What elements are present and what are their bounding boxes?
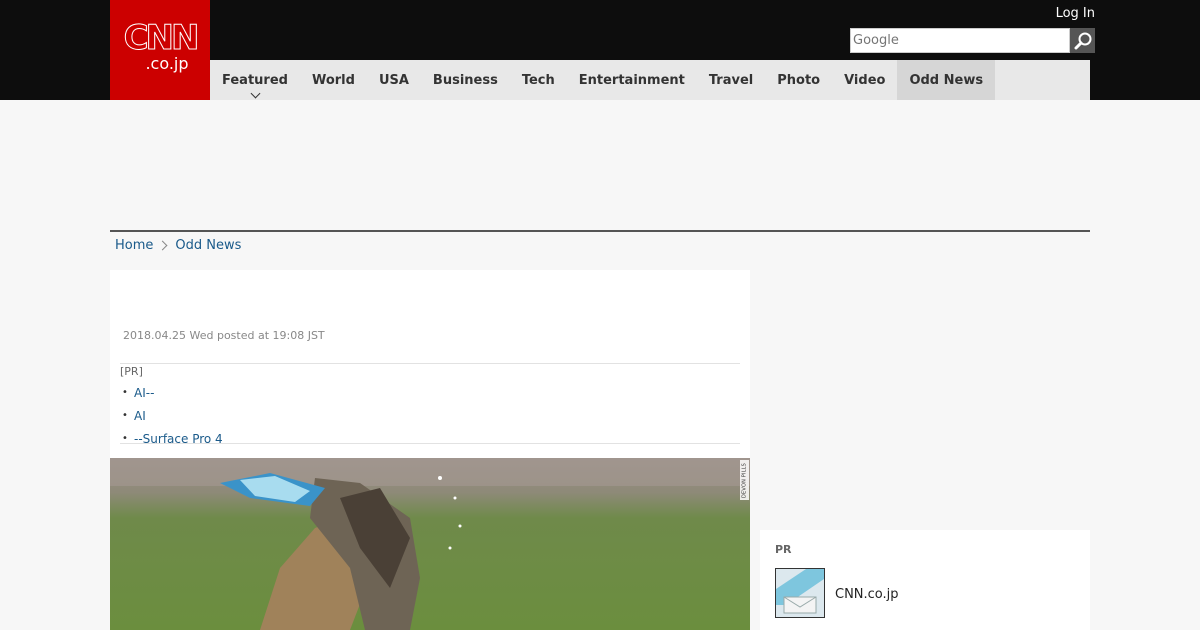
nav-item-video[interactable]: Video xyxy=(832,60,897,100)
pr-link-text[interactable]: AI xyxy=(134,409,146,423)
nav-item-label: Featured xyxy=(222,72,288,88)
pr-link-item[interactable]: • AI-- xyxy=(120,381,223,404)
cnn-logo[interactable]: CNN .co.jp xyxy=(110,0,210,100)
mail-icon[interactable] xyxy=(775,568,825,618)
bullet-icon: • xyxy=(122,433,128,444)
breadcrumb-current[interactable]: Odd News xyxy=(175,238,241,253)
nav-item-featured[interactable]: Featured xyxy=(210,60,300,100)
nav-item-entertainment[interactable]: Entertainment xyxy=(567,60,697,100)
nav-item-travel[interactable]: Travel xyxy=(697,60,765,100)
logo-sub-text: .co.jp xyxy=(145,54,189,73)
search-button[interactable] xyxy=(1070,28,1095,53)
nav-item-odd-news[interactable]: Odd News xyxy=(897,60,996,100)
nav-item-label: Tech xyxy=(521,72,555,88)
section-divider xyxy=(110,230,1090,232)
nav-item-label: Entertainment xyxy=(578,72,685,88)
pr-links-box: [PR] • AI-- • AI • --Surface Pro 4 xyxy=(120,363,740,446)
photo-credit: DEVON PILLS xyxy=(740,460,749,500)
nav-item-label: USA xyxy=(378,72,409,88)
nav-item-tech[interactable]: Tech xyxy=(510,60,567,100)
pr-link-list: • AI-- • AI • --Surface Pro 4 xyxy=(120,381,223,450)
sidebar-pr-item-name[interactable]: CNN.co.jp xyxy=(835,587,899,602)
nav-item-label: Video xyxy=(844,72,886,88)
breadcrumb-home[interactable]: Home xyxy=(115,238,153,253)
article-card: 2018.04.25 Wed posted at 19:08 JST [PR] … xyxy=(110,270,750,630)
chevron-right-icon xyxy=(157,240,168,251)
photo-image xyxy=(110,458,750,630)
search-input[interactable] xyxy=(850,28,1070,53)
pr-link-item[interactable]: • AI xyxy=(120,404,223,427)
article-dateline: 2018.04.25 Wed posted at 19:08 JST xyxy=(123,329,325,342)
main-nav: Featured World USA Business Tech Enterta… xyxy=(210,60,1090,100)
sidebar-pr-box: PR CNN.co.jp xyxy=(760,530,1090,630)
nav-item-label: Travel xyxy=(708,72,754,88)
sidebar-pr-label: PR xyxy=(775,543,792,556)
article-photo: DEVON PILLS xyxy=(110,458,750,630)
nav-item-label: Odd News xyxy=(909,72,984,88)
logo-main-text: CNN xyxy=(123,18,200,58)
bullet-icon: • xyxy=(122,410,128,421)
pr-label: [PR] xyxy=(120,365,143,378)
nav-item-business[interactable]: Business xyxy=(421,60,510,100)
nav-item-label: World xyxy=(311,72,355,88)
pr-link-item[interactable]: • --Surface Pro 4 xyxy=(120,427,223,450)
login-link[interactable]: Log In xyxy=(1056,6,1095,21)
nav-item-label: Photo xyxy=(777,72,821,88)
nav-item-usa[interactable]: USA xyxy=(367,60,421,100)
nav-item-world[interactable]: World xyxy=(300,60,367,100)
breadcrumb: Home Odd News xyxy=(115,238,241,253)
chevron-down-icon xyxy=(250,88,261,99)
pr-link-text[interactable]: --Surface Pro 4 xyxy=(134,432,223,446)
bullet-icon: • xyxy=(122,387,128,398)
nav-item-photo[interactable]: Photo xyxy=(765,60,832,100)
nav-item-label: Business xyxy=(432,72,498,88)
search-icon xyxy=(1074,32,1091,49)
pr-link-text[interactable]: AI-- xyxy=(134,386,154,400)
